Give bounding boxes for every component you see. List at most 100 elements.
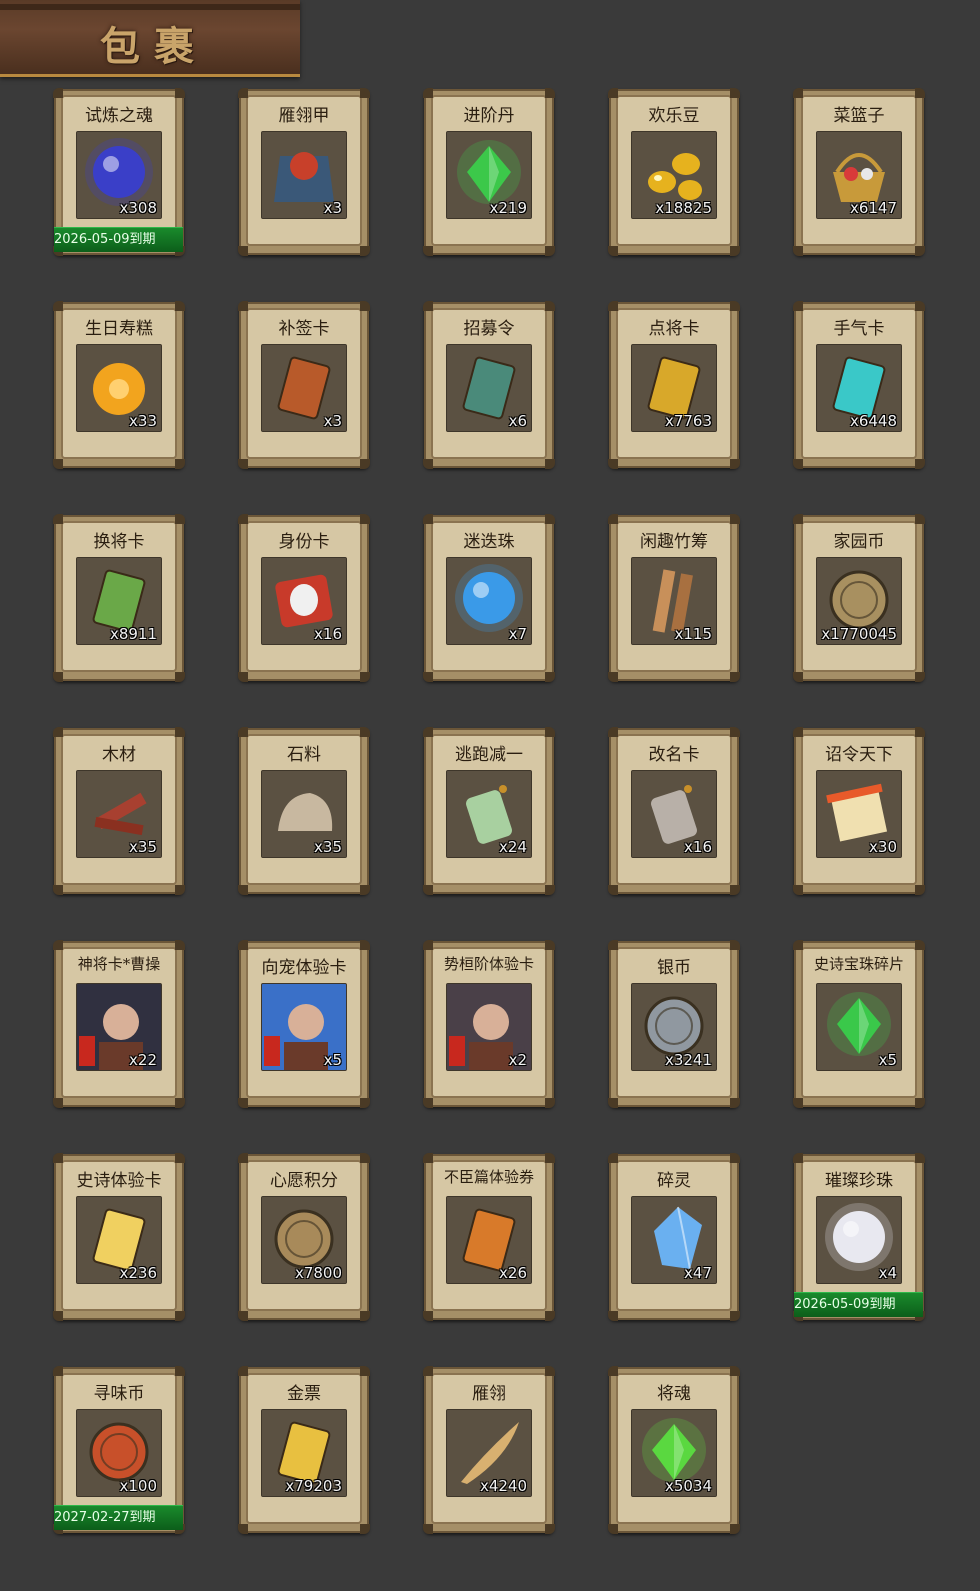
item-quantity: x2	[508, 1051, 527, 1069]
inventory-item-card[interactable]: 生日寿糕 x33	[53, 301, 185, 469]
card-corner-decoration	[423, 940, 433, 950]
card-corner-decoration	[545, 1098, 555, 1108]
inventory-item-card[interactable]: 碎灵 x47	[608, 1153, 740, 1321]
inventory-item-card[interactable]: 逃跑减一 x24	[423, 727, 555, 895]
inventory-item-card[interactable]: 势桓阶体验卡 x2	[423, 940, 555, 1108]
card-corner-decoration	[608, 672, 618, 682]
card-corner-decoration	[360, 246, 370, 256]
card-corner-decoration	[238, 672, 248, 682]
inventory-item-card[interactable]: 心愿积分 x7800	[238, 1153, 370, 1321]
inventory-item-card[interactable]: 补签卡 x3	[238, 301, 370, 469]
card-corner-decoration	[545, 246, 555, 256]
card-corner-decoration	[238, 727, 248, 737]
card-corner-decoration	[175, 459, 185, 469]
item-icon-frame: x35	[261, 770, 347, 858]
card-corner-decoration	[730, 514, 740, 524]
inventory-item-card[interactable]: 木材 x35	[53, 727, 185, 895]
inventory-item-card[interactable]: 金票 x79203	[238, 1366, 370, 1534]
expiry-date-banner: 2026-05-09到期	[794, 1292, 923, 1317]
card-corner-decoration	[423, 672, 433, 682]
item-icon-frame: x115	[631, 557, 717, 645]
card-corner-decoration	[608, 885, 618, 895]
card-corner-decoration	[175, 940, 185, 950]
card-corner-decoration	[793, 459, 803, 469]
card-corner-decoration	[53, 301, 63, 311]
inventory-item-card[interactable]: 诏令天下 x30	[793, 727, 925, 895]
inventory-item-card[interactable]: 石料 x35	[238, 727, 370, 895]
card-corner-decoration	[360, 940, 370, 950]
inventory-item-card[interactable]: 试炼之魂 x308 2026-05-09到期	[53, 88, 185, 256]
card-corner-decoration	[360, 88, 370, 98]
item-name: 金票	[287, 1384, 321, 1404]
card-corner-decoration	[793, 1098, 803, 1108]
card-corner-decoration	[238, 1153, 248, 1163]
inventory-item-card[interactable]: 欢乐豆 x18825	[608, 88, 740, 256]
card-corner-decoration	[238, 1311, 248, 1321]
card-corner-decoration	[53, 1153, 63, 1163]
inventory-item-card[interactable]: 不臣篇体验券 x26	[423, 1153, 555, 1321]
item-icon-frame: x4	[816, 1196, 902, 1284]
card-corner-decoration	[730, 940, 740, 950]
inventory-item-card[interactable]: 身份卡 x16	[238, 514, 370, 682]
inventory-item-card[interactable]: 寻味币 x100 2027-02-27到期	[53, 1366, 185, 1534]
page-title: 包裹	[100, 23, 208, 70]
item-icon-frame: x35	[76, 770, 162, 858]
card-corner-decoration	[423, 246, 433, 256]
item-name: 换将卡	[93, 532, 145, 552]
inventory-item-card[interactable]: 雁翎 x4240	[423, 1366, 555, 1534]
card-corner-decoration	[423, 1098, 433, 1108]
card-corner-decoration	[53, 514, 63, 524]
item-quantity: x24	[499, 838, 527, 856]
item-quantity: x7763	[664, 412, 712, 430]
card-corner-decoration	[545, 88, 555, 98]
card-corner-decoration	[793, 940, 803, 950]
item-name: 雁翎	[472, 1384, 506, 1404]
inventory-item-card[interactable]: 璀璨珍珠 x4 2026-05-09到期	[793, 1153, 925, 1321]
card-corner-decoration	[608, 301, 618, 311]
item-name: 欢乐豆	[648, 106, 700, 126]
card-corner-decoration	[53, 1098, 63, 1108]
item-name: 向宠体验卡	[261, 958, 347, 978]
card-corner-decoration	[175, 885, 185, 895]
inventory-item-card[interactable]: 银币 x3241	[608, 940, 740, 1108]
item-quantity: x5	[323, 1051, 342, 1069]
card-corner-decoration	[545, 885, 555, 895]
inventory-item-card[interactable]: 进阶丹 x219	[423, 88, 555, 256]
inventory-item-card[interactable]: 点将卡 x7763	[608, 301, 740, 469]
item-quantity: x6147	[849, 199, 897, 217]
item-icon-frame: x308	[76, 131, 162, 219]
card-corner-decoration	[915, 246, 925, 256]
item-quantity: x7	[508, 625, 527, 643]
card-corner-decoration	[360, 885, 370, 895]
card-corner-decoration	[608, 246, 618, 256]
inventory-item-card[interactable]: 将魂 x5034	[608, 1366, 740, 1534]
inventory-item-card[interactable]: 史诗宝珠碎片 x5	[793, 940, 925, 1108]
inventory-item-card[interactable]: 菜篮子 x6147	[793, 88, 925, 256]
card-corner-decoration	[915, 885, 925, 895]
card-corner-decoration	[730, 88, 740, 98]
inventory-item-card[interactable]: 换将卡 x8911	[53, 514, 185, 682]
inventory-item-card[interactable]: 神将卡*曹操 x22	[53, 940, 185, 1108]
card-corner-decoration	[793, 672, 803, 682]
inventory-item-card[interactable]: 闲趣竹筹 x115	[608, 514, 740, 682]
inventory-item-card[interactable]: 手气卡 x6448	[793, 301, 925, 469]
inventory-item-card[interactable]: 改名卡 x16	[608, 727, 740, 895]
item-icon-frame: x6	[446, 344, 532, 432]
inventory-item-card[interactable]: 史诗体验卡 x236	[53, 1153, 185, 1321]
inventory-item-card[interactable]: 雁翎甲 x3	[238, 88, 370, 256]
card-corner-decoration	[730, 1524, 740, 1534]
card-corner-decoration	[423, 885, 433, 895]
inventory-item-card[interactable]: 向宠体验卡 x5	[238, 940, 370, 1108]
item-quantity: x26	[499, 1264, 527, 1282]
card-corner-decoration	[423, 1524, 433, 1534]
card-corner-decoration	[423, 1153, 433, 1163]
item-name: 寻味币	[93, 1384, 145, 1404]
card-corner-decoration	[175, 88, 185, 98]
item-icon-frame: x219	[446, 131, 532, 219]
card-corner-decoration	[730, 246, 740, 256]
inventory-item-card[interactable]: 迷迭珠 x7	[423, 514, 555, 682]
inventory-item-card[interactable]: 招募令 x6	[423, 301, 555, 469]
inventory-item-card[interactable]: 家园币 x1770045	[793, 514, 925, 682]
card-corner-decoration	[730, 1311, 740, 1321]
item-quantity: x30	[869, 838, 897, 856]
